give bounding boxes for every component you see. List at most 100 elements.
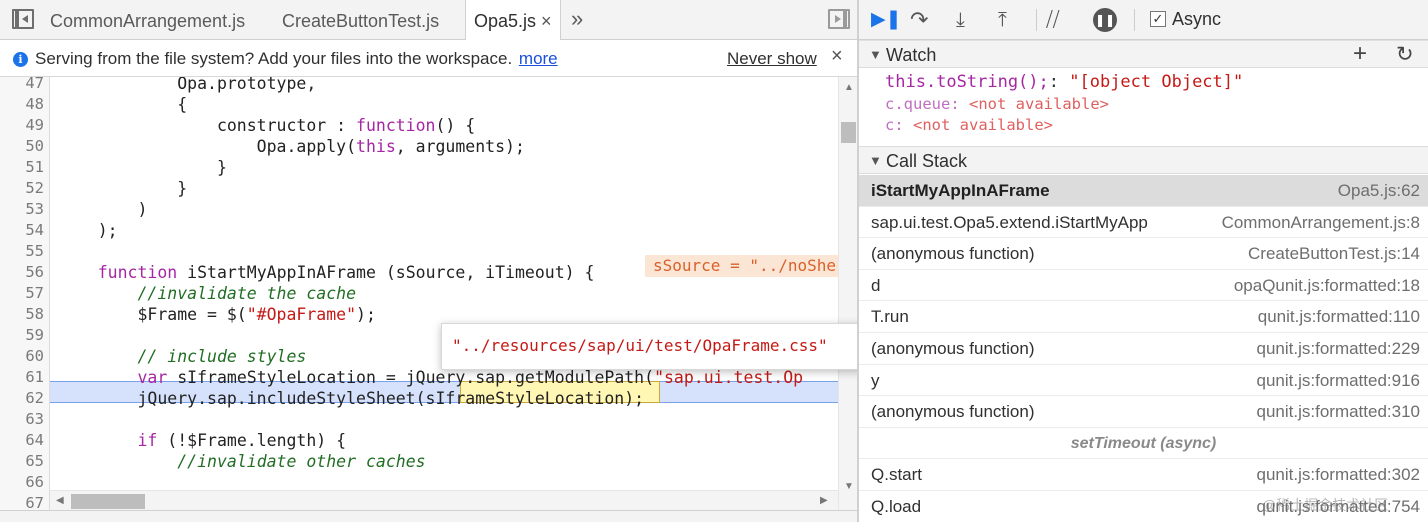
code-line: Opa.prototype, — [58, 77, 317, 93]
callstack-frame[interactable]: T.run qunit.js:formatted:110 — [859, 301, 1428, 333]
tab-label: Opa5.js — [474, 11, 537, 31]
code-line: $Frame = $("#OpaFrame"); — [58, 305, 376, 324]
async-separator: setTimeout (async) — [859, 428, 1428, 460]
line-number[interactable]: 65 — [0, 451, 44, 472]
debugger-toolbar: ▶❚ ↷ ⤓ ⤒ ⧸⧸ ❚❚ ✓ Async — [859, 0, 1428, 40]
watch-row[interactable]: this.toString();: "[object Object]" — [885, 72, 1243, 92]
line-number[interactable]: 53 — [0, 199, 44, 220]
callstack-frame[interactable]: Q.start qunit.js:formatted:302 — [859, 459, 1428, 491]
editor-status-bar — [0, 510, 857, 522]
value-popover: "../resources/sap/ui/test/OpaFrame.css" — [441, 323, 867, 370]
tab-close-icon[interactable]: × — [541, 11, 552, 31]
code-line: } — [58, 158, 227, 177]
async-checkbox[interactable]: ✓ — [1150, 11, 1166, 27]
frame-function-name: iStartMyAppInAFrame — [871, 181, 1050, 200]
navigator-toggle-icon[interactable] — [12, 9, 34, 29]
code-editor[interactable]: 47 48 49 50 51 52 53 54 55 56 57 58 59 60 61 62 63 64 65 66… — [0, 77, 857, 510]
watch-row[interactable]: c.queue: <not available> — [885, 95, 1109, 113]
callstack-frame[interactable]: (anonymous function) CreateButtonTest.js:… — [859, 238, 1428, 270]
code-line: if (!$Frame.length) { — [137, 431, 347, 450]
line-number[interactable]: 51 — [0, 157, 44, 178]
line-number[interactable]: 60 — [0, 346, 44, 367]
frame-location-link[interactable]: CreateButtonTest.js:14 — [1248, 244, 1420, 264]
horizontal-scrollbar[interactable]: ◀ ▶ — [50, 490, 838, 510]
close-icon[interactable]: × — [831, 45, 843, 68]
add-watch-icon[interactable]: + — [1353, 40, 1367, 68]
line-number[interactable]: 52 — [0, 178, 44, 199]
scroll-left-icon[interactable]: ◀ — [56, 495, 64, 506]
line-number[interactable]: 47 — [0, 77, 44, 94]
line-number[interactable]: 50 — [0, 136, 44, 157]
watch-row[interactable]: c: <not available> — [885, 116, 1053, 134]
step-out-icon[interactable]: ⤒ — [998, 7, 1007, 33]
frame-function-name: Q.load — [871, 497, 922, 516]
never-show-link[interactable]: Never show — [727, 49, 817, 69]
code-line: function iStartMyAppInAFrame (sSource, i… — [97, 263, 595, 282]
watch-section-header[interactable]: ▼ Watch + ↻ — [859, 40, 1428, 68]
callstack-frame[interactable]: iStartMyAppInAFrame Opa5.js:62 — [859, 175, 1428, 207]
line-number[interactable]: 48 — [0, 94, 44, 115]
frame-function-name: sap.ui.test.Opa5.extend.iStartMyApp — [871, 212, 1148, 232]
callstack-frame[interactable]: sap.ui.test.Opa5.extend.iStartMyApp Commo… — [859, 207, 1428, 239]
frame-location-link[interactable]: opaQunit.js:formatted:18 — [1234, 276, 1420, 296]
frame-function-name: T.run — [871, 307, 909, 327]
frame-location-link[interactable]: qunit.js:formatted:110 — [1258, 307, 1420, 327]
frame-location-link[interactable]: CommonArrangement.js:8 — [1222, 213, 1420, 233]
line-number[interactable]: 57 — [0, 283, 44, 304]
infobar-more-link[interactable]: more — [519, 49, 558, 68]
line-number[interactable]: 66 — [0, 472, 44, 493]
callstack-list: iStartMyAppInAFrame Opa5.js:62 sap.ui.test… — [859, 175, 1428, 522]
callstack-frame[interactable]: (anonymous function) qunit.js:formatted:2… — [859, 333, 1428, 365]
toolbar-divider — [1036, 9, 1037, 31]
debugger-toggle-icon[interactable] — [828, 9, 850, 29]
line-number[interactable]: 58 — [0, 304, 44, 325]
workspace-infobar: i Serving from the file system? Add your… — [0, 40, 857, 77]
line-number[interactable]: 59 — [0, 325, 44, 346]
scroll-right-icon[interactable]: ▶ — [820, 495, 828, 506]
callstack-frame[interactable]: y qunit.js:formatted:916 — [859, 365, 1428, 397]
frame-function-name: (anonymous function) — [871, 244, 1035, 264]
frame-location-link[interactable]: qunit.js:formatted:916 — [1257, 371, 1420, 391]
code-line: //invalidate the cache — [137, 284, 357, 303]
code-line: var sIframeStyleLocation = jQuery.sap.ge… — [137, 368, 804, 387]
step-over-icon[interactable]: ↷ — [910, 7, 928, 33]
tab-create-button-test[interactable]: CreateButtonTest.js — [282, 0, 439, 40]
async-label: Async — [1172, 9, 1222, 29]
tab-opa5[interactable]: Opa5.js × — [465, 0, 561, 41]
line-number[interactable]: 61 — [0, 367, 44, 388]
callstack-frame[interactable]: (anonymous function) qunit.js:formatted:3… — [859, 396, 1428, 428]
scroll-up-icon[interactable]: ▲ — [844, 82, 854, 93]
line-number[interactable]: 62 — [0, 388, 44, 409]
line-number[interactable]: 64 — [0, 430, 44, 451]
code-line: { — [58, 95, 188, 114]
frame-location-link[interactable]: qunit.js:formatted:302 — [1257, 465, 1420, 485]
line-number[interactable]: 63 — [0, 409, 44, 430]
line-number[interactable]: 67 — [0, 493, 44, 510]
tab-overflow-icon[interactable]: » — [571, 6, 583, 32]
frame-location-link[interactable]: Opa5.js:62 — [1338, 181, 1420, 201]
horizontal-scroll-thumb[interactable] — [71, 494, 145, 509]
code-line: ); — [58, 221, 118, 240]
expand-arrow-icon[interactable]: ▼ — [869, 41, 882, 69]
line-number[interactable]: 56 — [0, 262, 44, 283]
frame-location-link[interactable]: qunit.js:formatted:310 — [1257, 402, 1420, 422]
vertical-scroll-thumb[interactable] — [841, 122, 856, 143]
refresh-icon[interactable]: ↻ — [1396, 41, 1414, 69]
frame-location-link[interactable]: qunit.js:formatted:229 — [1257, 339, 1420, 359]
info-icon: i — [13, 52, 28, 67]
line-number[interactable]: 54 — [0, 220, 44, 241]
pause-on-exceptions-icon[interactable]: ❚❚ — [1093, 8, 1117, 32]
line-number[interactable]: 55 — [0, 241, 44, 262]
watch-title: Watch — [886, 45, 937, 65]
callstack-section-header[interactable]: ▼ Call Stack — [859, 146, 1428, 174]
deactivate-breakpoints-icon[interactable]: ⧸⧸ — [1046, 7, 1060, 33]
step-into-icon[interactable]: ⤓ — [956, 7, 965, 33]
tab-common-arrangement[interactable]: CommonArrangement.js — [50, 0, 245, 40]
line-number-gutter[interactable]: 47 48 49 50 51 52 53 54 55 56 57 58 59 60 61 62 63 64 65 66… — [0, 77, 50, 510]
expand-arrow-icon[interactable]: ▼ — [869, 147, 882, 175]
resume-icon[interactable]: ▶❚ — [871, 7, 902, 33]
scroll-down-icon[interactable]: ▼ — [844, 481, 854, 492]
callstack-frame[interactable]: d opaQunit.js:formatted:18 — [859, 270, 1428, 302]
line-number[interactable]: 49 — [0, 115, 44, 136]
vertical-scrollbar[interactable]: ▲ ▼ — [838, 77, 857, 510]
